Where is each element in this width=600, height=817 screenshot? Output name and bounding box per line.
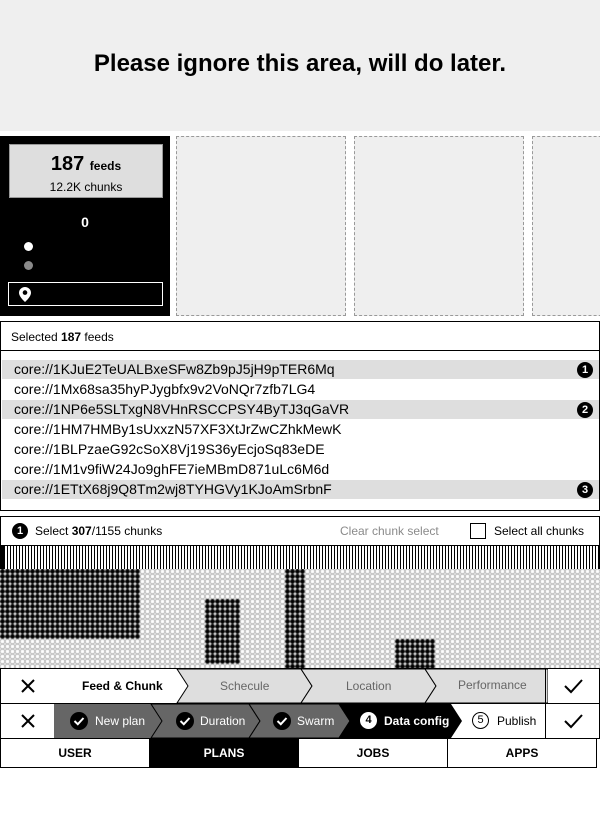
step-number-badge: 5	[472, 712, 489, 729]
cancel-button[interactable]	[1, 669, 55, 703]
step-performance[interactable]: Performance	[458, 678, 527, 692]
chunk-select-badge: 1	[12, 523, 28, 539]
bottom-nav: USER PLANS JOBS APPS	[0, 738, 600, 768]
feed-id: core://1HM7HMBy1sUxxzN57XF3XtJrZwCZhkMew…	[14, 421, 342, 437]
feed-badge: 2	[577, 402, 593, 418]
chunk-count: 12.2K chunks	[49, 180, 123, 194]
step-new-plan[interactable]: New plan	[95, 714, 145, 728]
feed-id: core://1Mx68sa35hyPJygbfx9v2VoNQr7zfb7LG…	[14, 381, 316, 397]
close-icon	[21, 679, 35, 693]
selected-suffix: feeds	[84, 330, 114, 344]
confirm-button[interactable]	[545, 704, 599, 738]
confirm-button[interactable]	[545, 669, 599, 703]
location-field[interactable]	[8, 282, 163, 306]
select-all-checkbox[interactable]	[470, 523, 486, 539]
feed-row[interactable]: core://1M1v9fiW24Jo9ghFE7ieMBmD871uLc6M6…	[2, 460, 599, 479]
step-duration[interactable]: Duration	[200, 714, 245, 728]
checkmark-icon	[564, 679, 583, 694]
grey-dot-icon[interactable]	[24, 261, 33, 270]
feed-row[interactable]: core://1ETtX68j9Q8Tm2wj8TYHGVy1KJoAmSrbn…	[2, 480, 599, 499]
feed-badge: 3	[577, 482, 593, 498]
step-number-badge: 4	[360, 712, 377, 729]
feed-row[interactable]: core://1NP6e5SLTxgN8VHnRSCCPSY4ByTJ3qGaV…	[2, 400, 599, 419]
feed-row[interactable]: core://1Mx68sa35hyPJygbfx9v2VoNQr7zfb7LG…	[2, 380, 599, 399]
step-publish[interactable]: Publish	[497, 714, 536, 728]
tab-plans[interactable]: PLANS	[149, 738, 299, 768]
step-swarm[interactable]: Swarm	[297, 714, 334, 728]
wizard-steps-secondary: New plan Duration Swarm 4 Data config 5 …	[0, 703, 600, 739]
placeholder-card-2	[354, 136, 524, 316]
banner-text: Please ignore this area, will do later.	[93, 49, 507, 77]
chunk-selected-count: 307	[71, 524, 92, 538]
select-all-label[interactable]: Select all chunks	[494, 524, 584, 538]
feed-id: core://1NP6e5SLTxgN8VHnRSCCPSY4ByTJ3qGaV…	[14, 401, 350, 417]
clear-chunk-select-button[interactable]: Clear chunk select	[340, 524, 439, 538]
chunk-select-summary: Select 307/1155 chunks	[35, 524, 162, 538]
ruler-handle[interactable]	[1, 546, 5, 569]
close-icon	[21, 714, 35, 728]
white-dot-icon[interactable]	[24, 242, 33, 251]
feed-row[interactable]: core://1HM7HMBy1sUxxzN57XF3XtJrZwCZhkMew…	[2, 420, 599, 439]
done-check-icon	[176, 712, 194, 730]
selected-prefix: Selected	[11, 330, 58, 344]
placeholder-banner: Please ignore this area, will do later.	[0, 0, 600, 131]
feed-count: 187	[50, 153, 85, 175]
selected-feeds-header: Selected 187 feeds	[0, 321, 600, 351]
feed-id: core://1BLPzaeG92cSoX8Vj19S36yEcjoSq83eD…	[14, 441, 325, 457]
feed-row[interactable]: core://1KJuE2TeUALBxeSFw8Zb9pJ5jH9pTER6M…	[2, 360, 599, 379]
chunk-total: /1155 chunks	[91, 524, 163, 538]
location-pin-icon	[19, 287, 31, 302]
step-data-config[interactable]: Data config	[384, 714, 449, 728]
feed-badge: 1	[577, 362, 593, 378]
done-check-icon	[273, 712, 291, 730]
chunk-select-label: Select	[35, 524, 69, 538]
chunk-select-bar: 1 Select 307/1155 chunks Clear chunk sel…	[0, 516, 600, 546]
step-schedule[interactable]: Schecule	[220, 679, 269, 693]
feed-unit: feeds	[89, 159, 122, 173]
feed-id: core://1ETtX68j9Q8Tm2wj8TYHGVy1KJoAmSrbn…	[14, 481, 332, 497]
checkmark-icon	[564, 714, 583, 729]
done-check-icon	[70, 712, 88, 730]
wizard-steps-primary: Feed & Chunk Schecule Location Performan…	[0, 668, 600, 704]
tab-jobs[interactable]: JOBS	[298, 738, 448, 768]
selected-count: 187	[61, 330, 82, 344]
tab-user[interactable]: USER	[0, 738, 150, 768]
placeholder-card-3	[532, 136, 600, 316]
zero-value: 0	[81, 214, 89, 230]
chunk-timeline-ruler[interactable]	[0, 545, 600, 570]
feed-id: core://1M1v9fiW24Jo9ghFE7ieMBmD871uLc6M6…	[14, 461, 330, 477]
feed-list: core://1KJuE2TeUALBxeSFw8Zb9pJ5jH9pTER6M…	[0, 350, 600, 511]
tab-apps[interactable]: APPS	[447, 738, 597, 768]
step-location[interactable]: Location	[346, 679, 391, 693]
step-feed-chunk[interactable]: Feed & Chunk	[82, 679, 163, 693]
chunk-grid[interactable]	[0, 569, 600, 669]
placeholder-card-1	[176, 136, 346, 316]
feed-id: core://1KJuE2TeUALBxeSFw8Zb9pJ5jH9pTER6M…	[14, 361, 335, 377]
feed-row[interactable]: core://1BLPzaeG92cSoX8Vj19S36yEcjoSq83eD…	[2, 440, 599, 459]
feed-count-card[interactable]: 187 feeds 12.2K chunks	[9, 144, 163, 198]
cancel-button[interactable]	[1, 704, 55, 738]
feed-summary-panel: 187 feeds 12.2K chunks 0	[0, 136, 170, 316]
